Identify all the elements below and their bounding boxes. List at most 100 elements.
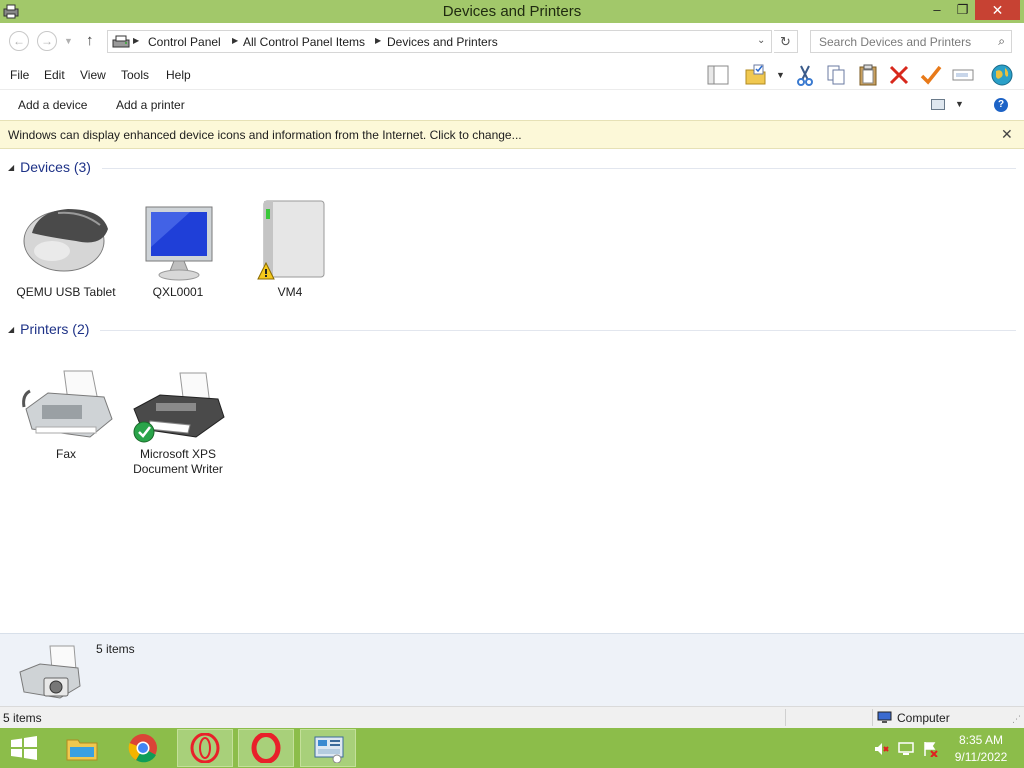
printer-label: Fax xyxy=(55,447,76,461)
clock-time: 8:35 AM xyxy=(958,733,1004,747)
checkmark-icon[interactable] xyxy=(919,63,943,87)
layout-pane-icon[interactable] xyxy=(706,63,730,87)
device-label: QEMU USB Tablet xyxy=(16,285,116,299)
back-button[interactable]: ← xyxy=(9,31,29,51)
refresh-button[interactable]: ↻ xyxy=(774,30,798,53)
volume-muted-icon[interactable] xyxy=(873,741,889,757)
navigation-bar: ← → ▼ ↑ ▶ Control Panel ▶ All Control Pa… xyxy=(0,23,1024,59)
minimize-button[interactable]: – xyxy=(924,0,950,20)
add-printer-button[interactable]: Add a printer xyxy=(116,98,185,112)
properties-dropdown-icon[interactable]: ▼ xyxy=(776,70,785,80)
network-icon[interactable] xyxy=(898,741,914,757)
device-item[interactable]: VM4 xyxy=(240,185,340,300)
info-bar-close-icon[interactable]: ✕ xyxy=(1001,126,1013,143)
chrome-icon xyxy=(128,734,157,763)
window-title: Devices and Printers xyxy=(442,3,582,20)
menu-edit[interactable]: Edit xyxy=(44,68,65,82)
printer-label: Microsoft XPS Document Writer xyxy=(133,447,223,476)
taskbar-control-panel[interactable] xyxy=(300,729,356,767)
control-panel-icon xyxy=(112,35,130,48)
status-divider xyxy=(872,709,873,726)
rename-icon[interactable] xyxy=(951,63,975,87)
taskbar-opera-2[interactable] xyxy=(238,729,294,767)
paste-icon[interactable] xyxy=(856,63,880,87)
folder-properties-icon[interactable] xyxy=(744,63,768,87)
opera-icon xyxy=(251,733,281,763)
action-center-icon[interactable] xyxy=(922,741,938,757)
change-view-icon[interactable] xyxy=(931,99,945,110)
clock-date: 9/11/2022 xyxy=(954,750,1008,764)
menu-view[interactable]: View xyxy=(80,68,106,82)
group-divider xyxy=(102,168,1016,169)
status-divider xyxy=(785,709,786,726)
breadcrumb-separator[interactable]: ▶ xyxy=(375,36,381,45)
menu-tools[interactable]: Tools xyxy=(121,68,149,82)
breadcrumb-devices-printers[interactable]: Devices and Printers xyxy=(387,35,498,49)
breadcrumb-control-panel[interactable]: Control Panel xyxy=(148,35,221,49)
opera-icon xyxy=(190,733,220,763)
printer-item[interactable]: Fax xyxy=(16,347,116,462)
device-item[interactable]: QEMU USB Tablet xyxy=(16,185,116,300)
printer-default-icon xyxy=(133,372,225,443)
details-pane: 5 items xyxy=(0,633,1024,706)
menu-help[interactable]: Help xyxy=(166,68,191,82)
start-icon[interactable] xyxy=(10,736,38,760)
device-item[interactable]: QXL0001 xyxy=(128,185,228,300)
search-icon[interactable]: ⌕ xyxy=(998,34,1005,49)
help-icon[interactable]: ? xyxy=(994,98,1008,112)
taskbar-chrome[interactable] xyxy=(116,729,172,767)
fax-icon xyxy=(22,370,113,438)
close-button[interactable]: ✕ xyxy=(975,0,1020,20)
collapse-icon[interactable]: ◢ xyxy=(8,163,14,172)
items-view: ◢ Devices (3) QEMU USB Tablet QXL0001 VM… xyxy=(0,149,1024,633)
printer-item[interactable]: Microsoft XPS Document Writer xyxy=(128,347,228,477)
taskbar-opera-1[interactable] xyxy=(177,729,233,767)
up-button[interactable]: ↑ xyxy=(86,32,94,49)
title-bar: Devices and Printers – ❐ ✕ xyxy=(0,0,1024,23)
add-device-button[interactable]: Add a device xyxy=(18,98,87,112)
status-item-count: 5 items xyxy=(3,711,42,725)
control-panel-icon xyxy=(314,736,344,763)
breadcrumb-all-items[interactable]: All Control Panel Items xyxy=(243,35,365,49)
device-label: VM4 xyxy=(277,285,303,299)
address-bar[interactable]: ▶ Control Panel ▶ All Control Panel Item… xyxy=(107,30,772,53)
recent-locations-dropdown[interactable]: ▼ xyxy=(64,36,73,46)
search-placeholder: Search Devices and Printers xyxy=(819,35,972,49)
group-divider xyxy=(100,330,1016,331)
group-devices-header[interactable]: ◢ Devices (3) xyxy=(8,159,91,175)
maximize-button[interactable]: ❐ xyxy=(950,0,975,20)
address-dropdown-icon[interactable]: ⌄ xyxy=(757,35,765,46)
menu-file[interactable]: File xyxy=(10,68,29,82)
forward-button[interactable]: → xyxy=(37,31,57,51)
status-location: Computer xyxy=(897,711,950,725)
view-options-dropdown-icon[interactable]: ▼ xyxy=(955,99,964,109)
search-input[interactable]: Search Devices and Printers ⌕ xyxy=(810,30,1012,53)
cut-icon[interactable] xyxy=(793,63,817,87)
copy-icon[interactable] xyxy=(824,63,848,87)
computer-icon xyxy=(877,711,892,723)
globe-icon[interactable] xyxy=(990,63,1014,87)
group-devices-title: Devices (3) xyxy=(20,159,91,175)
info-bar[interactable]: Windows can display enhanced device icon… xyxy=(0,120,1024,149)
taskbar-file-explorer[interactable] xyxy=(54,729,110,767)
resize-grip-icon[interactable]: ⋰ xyxy=(1012,714,1021,725)
file-explorer-icon xyxy=(66,739,98,761)
details-item-count: 5 items xyxy=(96,642,135,656)
delete-icon[interactable] xyxy=(887,63,911,87)
devices-printers-large-icon xyxy=(19,645,81,699)
mouse-icon xyxy=(23,209,108,272)
clock[interactable]: 8:35 AM 9/11/2022 xyxy=(950,732,1012,766)
info-bar-message[interactable]: Windows can display enhanced device icon… xyxy=(8,128,522,142)
collapse-icon[interactable]: ◢ xyxy=(8,325,14,334)
breadcrumb-separator[interactable]: ▶ xyxy=(232,36,238,45)
taskbar: 8:35 AM 9/11/2022 xyxy=(0,728,1024,768)
monitor-icon xyxy=(145,206,213,281)
menu-bar: File Edit View Tools Help ▼ xyxy=(0,59,1024,90)
command-bar: Add a device Add a printer ▼ ? xyxy=(0,90,1024,120)
status-bar: 5 items Computer ⋰ xyxy=(0,706,1024,728)
breadcrumb-separator[interactable]: ▶ xyxy=(133,36,139,45)
device-label: QXL0001 xyxy=(152,285,204,299)
external-drive-warning-icon xyxy=(257,200,325,280)
group-printers-header[interactable]: ◢ Printers (2) xyxy=(8,321,89,337)
group-printers-title: Printers (2) xyxy=(20,321,90,337)
